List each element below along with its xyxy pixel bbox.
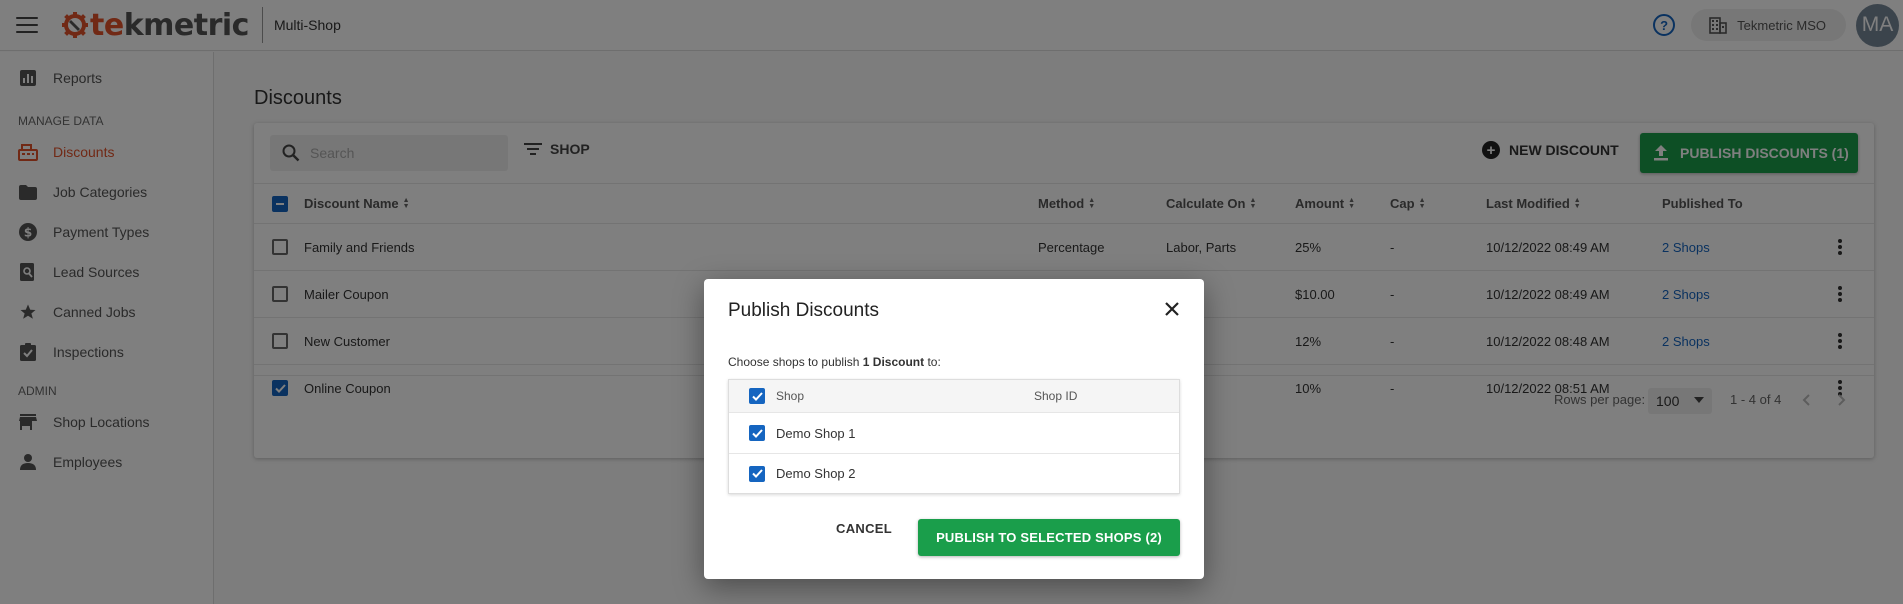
shop-name: Demo Shop 1 bbox=[776, 425, 856, 441]
select-all-shops-checkbox[interactable] bbox=[749, 388, 765, 404]
cancel-button[interactable]: CANCEL bbox=[836, 521, 892, 536]
close-icon[interactable] bbox=[1160, 297, 1184, 321]
shops-table-header: Shop Shop ID bbox=[729, 380, 1179, 412]
dialog-description: Choose shops to publish 1 Discount to: bbox=[728, 355, 941, 369]
column-header-shop: Shop bbox=[776, 389, 805, 403]
shop-row[interactable]: Demo Shop 1 bbox=[729, 412, 1179, 453]
column-header-shop-id: Shop ID bbox=[1034, 389, 1078, 403]
dialog-title: Publish Discounts bbox=[728, 300, 880, 321]
publish-discounts-dialog: Publish Discounts Choose shops to publis… bbox=[704, 279, 1204, 579]
publish-to-selected-shops-button[interactable]: PUBLISH TO SELECTED SHOPS (2) bbox=[918, 519, 1180, 556]
shops-table: Shop Shop ID Demo Shop 1 Demo Shop 2 bbox=[728, 379, 1180, 494]
shop-checkbox[interactable] bbox=[749, 465, 765, 482]
shop-name: Demo Shop 2 bbox=[776, 466, 856, 481]
shop-row[interactable]: Demo Shop 2 bbox=[729, 453, 1179, 493]
shop-checkbox[interactable] bbox=[749, 425, 765, 441]
